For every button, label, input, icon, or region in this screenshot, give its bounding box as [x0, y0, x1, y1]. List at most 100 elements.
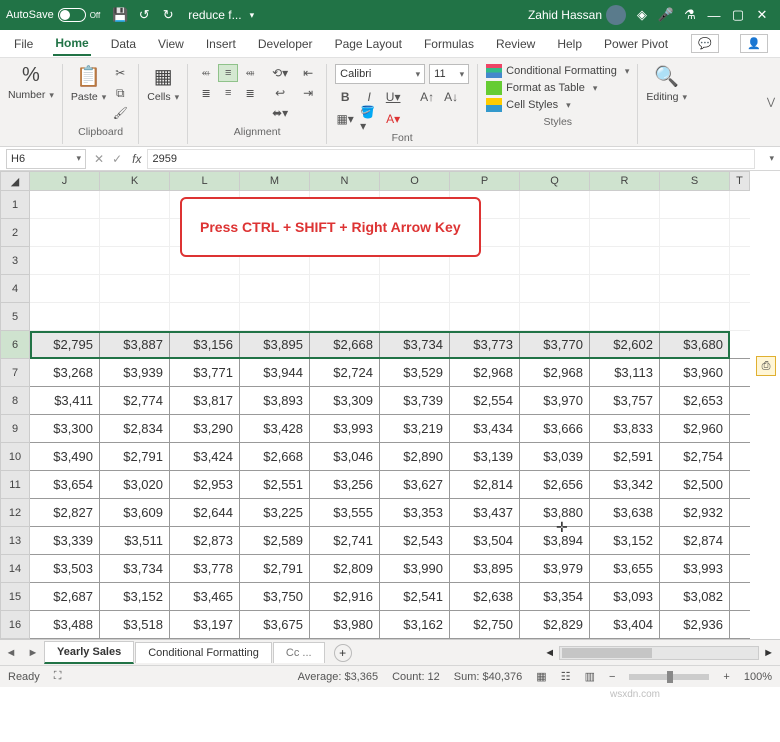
view-normal-icon[interactable]: ▦ [536, 670, 546, 683]
cell[interactable]: $3,750 [240, 583, 310, 611]
row-header[interactable]: 16 [0, 611, 30, 639]
cell[interactable] [520, 219, 590, 247]
row-header[interactable]: 5 [0, 303, 30, 331]
cell[interactable]: $3,268 [30, 359, 100, 387]
cell[interactable]: $3,488 [30, 611, 100, 639]
align-right-icon[interactable]: ≣ [240, 84, 260, 102]
cell[interactable] [100, 219, 170, 247]
cell[interactable] [730, 191, 750, 219]
expand-formula-bar-icon[interactable]: ▾ [769, 153, 774, 164]
format-as-table-button[interactable]: Format as Table▾ [486, 81, 629, 95]
autosave-toggle[interactable]: AutoSave Off [6, 8, 100, 22]
cell[interactable] [730, 387, 750, 415]
cell[interactable]: $3,770 [520, 331, 590, 359]
cell[interactable] [660, 247, 730, 275]
minimize-icon[interactable]: — [706, 7, 722, 23]
zoom-out-icon[interactable]: − [609, 671, 615, 683]
col-header[interactable]: Q [520, 171, 590, 191]
cell[interactable] [590, 247, 660, 275]
zoom-in-icon[interactable]: + [723, 671, 729, 683]
menu-home[interactable]: Home [53, 32, 90, 56]
cell[interactable]: $2,589 [240, 527, 310, 555]
row-header[interactable]: 3 [0, 247, 30, 275]
cell[interactable]: $2,656 [520, 471, 590, 499]
cell[interactable] [730, 583, 750, 611]
wrap-text-icon[interactable]: ↩ [270, 84, 290, 102]
scroll-left-icon[interactable]: ◄ [544, 647, 555, 659]
avatar[interactable] [606, 5, 626, 25]
horizontal-scrollbar[interactable]: ◄ ► [360, 646, 780, 660]
cell[interactable]: $3,020 [100, 471, 170, 499]
indent-decrease-icon[interactable]: ⇤ [298, 64, 318, 82]
cell[interactable]: $3,894 [520, 527, 590, 555]
cell[interactable]: $3,895 [450, 555, 520, 583]
cell[interactable]: $2,795 [30, 331, 100, 359]
cell[interactable]: $2,754 [660, 443, 730, 471]
cell[interactable] [100, 191, 170, 219]
cell[interactable]: $3,979 [520, 555, 590, 583]
cell[interactable]: $3,773 [450, 331, 520, 359]
cell[interactable] [660, 191, 730, 219]
align-center-icon[interactable]: ≡ [218, 84, 238, 102]
cell[interactable]: $2,500 [660, 471, 730, 499]
cell[interactable]: $3,833 [590, 415, 660, 443]
cell[interactable]: $2,834 [100, 415, 170, 443]
cell[interactable]: $2,653 [660, 387, 730, 415]
cell[interactable]: $3,960 [660, 359, 730, 387]
mic-icon[interactable]: 🎤 [658, 7, 674, 23]
cell[interactable]: $3,152 [590, 527, 660, 555]
cell[interactable] [100, 275, 170, 303]
cell[interactable]: $3,675 [240, 611, 310, 639]
cell[interactable] [590, 219, 660, 247]
cell[interactable]: $2,791 [100, 443, 170, 471]
cell[interactable]: $3,256 [310, 471, 380, 499]
cell[interactable]: $3,944 [240, 359, 310, 387]
grow-font-icon[interactable]: A↑ [417, 88, 437, 106]
col-header[interactable]: O [380, 171, 450, 191]
cell[interactable]: $2,827 [30, 499, 100, 527]
cell[interactable]: $3,734 [100, 555, 170, 583]
sheet-tab-yearly-sales[interactable]: Yearly Sales [44, 641, 134, 664]
cell[interactable] [100, 303, 170, 331]
row-header[interactable]: 9 [0, 415, 30, 443]
restore-icon[interactable]: ▢ [730, 7, 746, 23]
cells-button[interactable]: ▦Cells▾ [147, 64, 179, 103]
cell[interactable]: $2,644 [170, 499, 240, 527]
col-header[interactable]: L [170, 171, 240, 191]
cell[interactable]: $3,757 [590, 387, 660, 415]
cell[interactable]: $3,609 [100, 499, 170, 527]
cell[interactable] [520, 275, 590, 303]
cell[interactable]: $2,968 [450, 359, 520, 387]
cell[interactable] [730, 499, 750, 527]
borders-icon[interactable]: ▦▾ [335, 110, 355, 128]
cell[interactable] [730, 471, 750, 499]
new-sheet-button[interactable]: + [334, 644, 352, 662]
cell[interactable] [590, 275, 660, 303]
col-header[interactable]: N [310, 171, 380, 191]
row-header[interactable]: 14 [0, 555, 30, 583]
cell[interactable]: $2,890 [380, 443, 450, 471]
cell[interactable] [590, 191, 660, 219]
cell[interactable]: $2,554 [450, 387, 520, 415]
format-painter-icon[interactable]: 🖌 [110, 104, 130, 122]
cell[interactable]: $2,874 [660, 527, 730, 555]
zoom-slider[interactable] [629, 674, 709, 680]
cell[interactable]: $3,504 [450, 527, 520, 555]
cell[interactable]: $3,162 [380, 611, 450, 639]
col-header[interactable]: T [730, 171, 750, 191]
cell[interactable] [730, 303, 750, 331]
cell[interactable]: $3,353 [380, 499, 450, 527]
cell[interactable]: $3,093 [590, 583, 660, 611]
cell[interactable]: $3,993 [660, 555, 730, 583]
redo-icon[interactable]: ↻ [160, 7, 176, 23]
cell[interactable]: $3,734 [380, 331, 450, 359]
col-header[interactable]: J [30, 171, 100, 191]
share-button[interactable]: 👤 [740, 34, 768, 53]
cell[interactable]: $3,939 [100, 359, 170, 387]
menu-power-pivot[interactable]: Power Pivot [602, 33, 670, 55]
formula-bar[interactable]: 2959 [147, 149, 755, 169]
scroll-track[interactable] [559, 646, 759, 660]
cell[interactable] [450, 275, 520, 303]
align-top-icon[interactable]: ⬴ [196, 64, 216, 82]
copy-icon[interactable]: ⧉ [110, 84, 130, 102]
